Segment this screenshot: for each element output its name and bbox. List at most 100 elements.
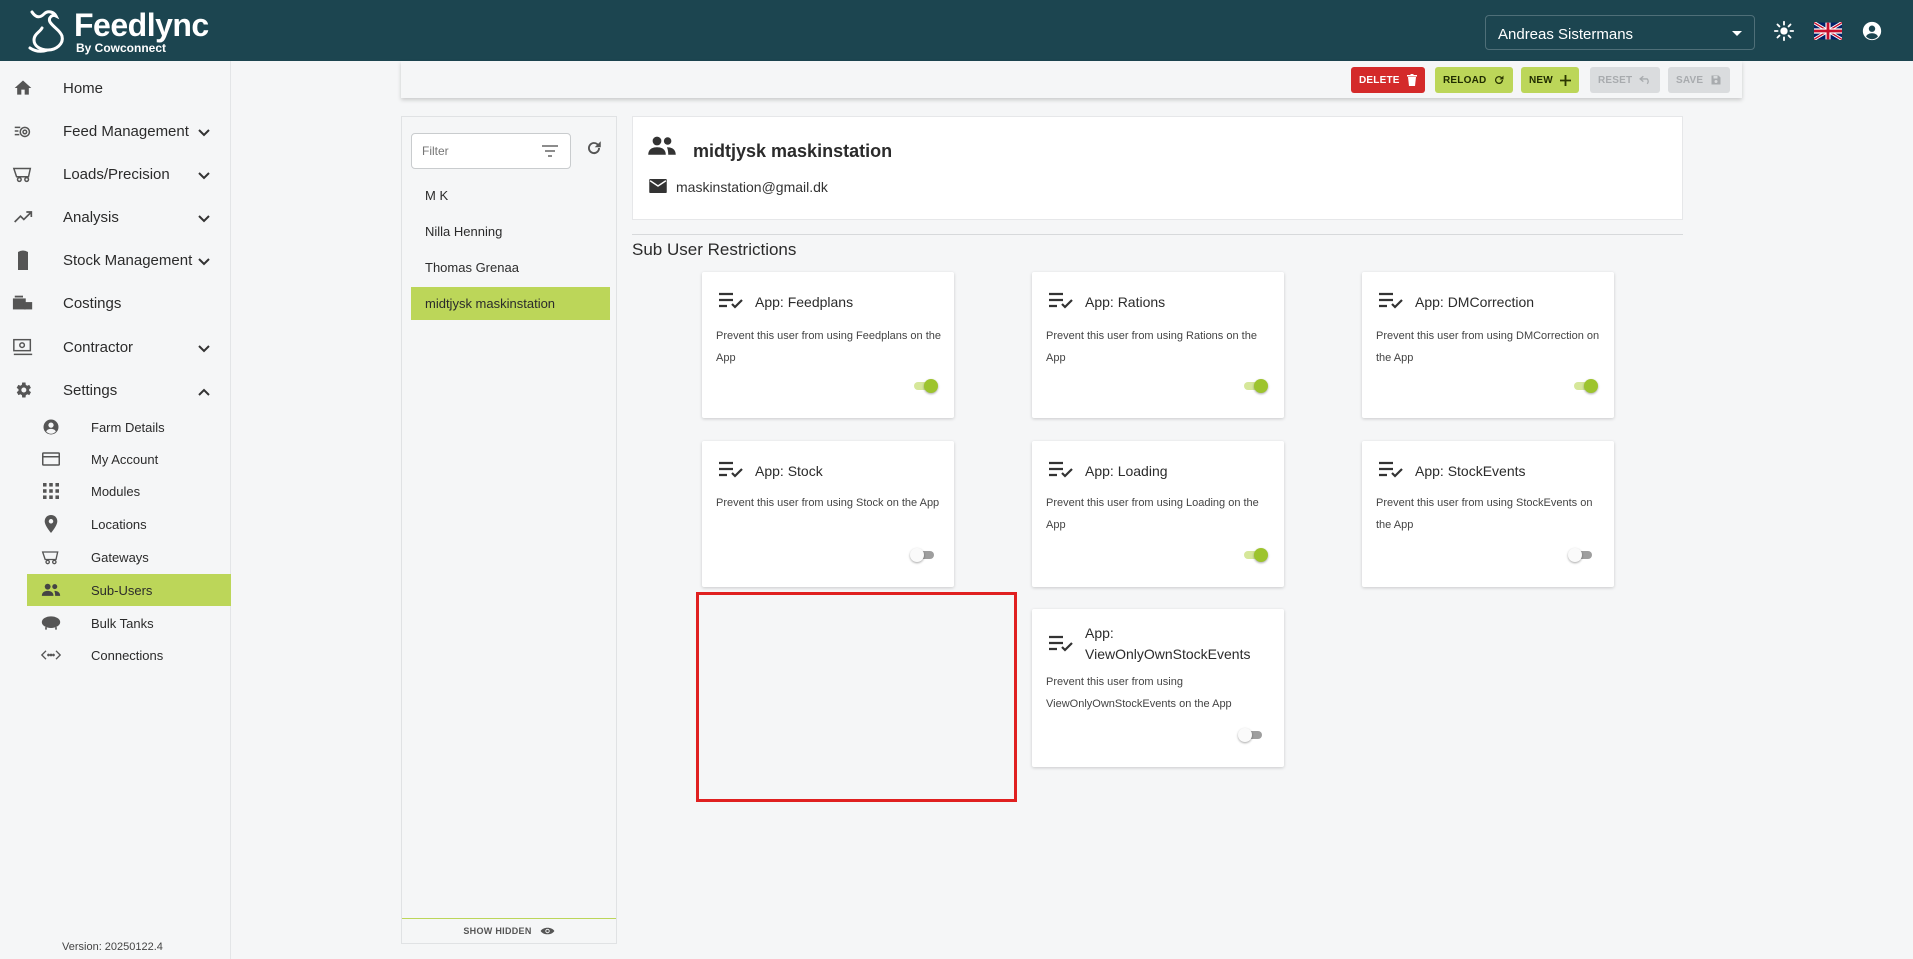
sidebar-item-locations[interactable]: Locations [27,508,231,540]
restriction-toggle[interactable] [1242,547,1268,563]
restriction-card-title: App: Rations [1085,294,1166,310]
selected-user-card: midtjysk maskinstation maskinstation@gma… [632,116,1683,220]
show-hidden-button[interactable]: SHOW HIDDEN [402,918,616,943]
sidebar-item-loads-precision[interactable]: Loads/Precision [0,154,230,194]
sidebar-item-stock-management[interactable]: Stock Management [0,240,230,280]
chevron-up-icon [198,383,210,400]
account-circle-icon [41,417,61,437]
sidebar-item-my-account[interactable]: My Account [27,443,231,475]
contractor-icon [12,336,34,358]
restriction-card-description: Prevent this user from using DMCorrectio… [1376,330,1600,364]
restriction-card-stockevents: App: StockEvents Prevent this user from … [1362,441,1614,587]
restriction-toggle[interactable] [912,378,938,394]
sidebar-item-label: Sub-Users [91,582,153,598]
brightness-icon[interactable] [1771,18,1797,44]
restriction-toggle[interactable] [910,547,936,563]
delete-button[interactable]: DELETE [1351,67,1425,93]
restriction-toggle[interactable] [1568,547,1594,563]
selected-user-email: maskinstation@gmail.dk [676,179,828,195]
user-list-item[interactable]: M K [411,179,610,212]
chevron-down-icon [198,253,210,270]
sidebar-item-label: Contractor [63,338,134,356]
filter-input[interactable] [422,144,532,158]
chevron-down-icon [198,340,210,357]
filter-field[interactable] [411,133,571,169]
reload-button[interactable]: RELOAD [1435,67,1514,93]
reset-button-label: RESET [1598,74,1633,86]
reset-button[interactable]: RESET [1590,67,1661,93]
user-list-item[interactable]: Thomas Grenaa [411,251,610,284]
restriction-card-title: App: Feedplans [755,294,854,310]
restriction-card-description: Prevent this user from using Rations on … [1046,330,1257,364]
sidebar-item-connections[interactable]: Connections [27,639,231,671]
sidebar-item-bulk-tanks[interactable]: Bulk Tanks [27,607,231,639]
sidebar-item-label: My Account [91,451,159,467]
restriction-card-rations: App: Rations Prevent this user from usin… [1032,272,1284,418]
sidebar-item-contractor[interactable]: Contractor [0,327,230,367]
sidebar-item-label: Settings [63,381,118,399]
sidebar-item-label: Locations [91,516,147,532]
restriction-card-title: App: Stock [755,463,823,479]
filter-list-icon[interactable] [542,144,558,162]
restriction-card-title: App: ViewOnlyOwnStockEvents [1085,625,1251,662]
restriction-card-dmcorrection: App: DMCorrection Prevent this user from… [1362,272,1614,418]
uk-flag-icon[interactable] [1813,18,1843,44]
sidebar-item-costings[interactable]: Costings [0,283,230,323]
sidebar-item-sub-users[interactable]: Sub-Users [27,574,231,606]
user-select-dropdown[interactable]: Andreas Sistermans [1485,15,1755,50]
restriction-card-title: App: Loading [1085,463,1168,479]
feedlync-logo[interactable]: Feedlync By Cowconnect [26,8,209,54]
sidebar-item-farm-details[interactable]: Farm Details [27,411,231,443]
restriction-toggle[interactable] [1572,378,1598,394]
wagon-icon [12,163,34,185]
sidebar-item-label: Costings [63,294,122,312]
user-list-item-selected[interactable]: midtjysk maskinstation [411,287,610,320]
sidebar-item-settings[interactable]: Settings [0,370,230,410]
top-bar: Feedlync By Cowconnect Andreas Sisterman… [0,0,1913,61]
restrictions-section-title: Sub User Restrictions [632,240,797,259]
section-divider [632,234,1683,235]
cow-logo-icon [28,10,64,53]
checklist-icon [1048,461,1074,484]
refresh-icon[interactable] [585,139,603,162]
chevron-down-icon [198,167,210,184]
restriction-card-viewonlyownstockevents: App: ViewOnlyOwnStockEvents Prevent this… [1032,609,1284,767]
silo-icon [12,249,34,271]
new-button[interactable]: NEW [1521,67,1579,93]
new-button-label: NEW [1529,74,1553,86]
user-list-item[interactable]: Nilla Henning [411,215,610,248]
grid-icon [41,481,61,501]
restriction-toggle[interactable] [1242,378,1268,394]
sidebar-item-feed-management[interactable]: Feed Management [0,111,230,151]
restriction-toggle[interactable] [1238,727,1264,743]
sidebar-item-label: Stock Management [63,251,193,269]
save-button[interactable]: SAVE [1668,67,1731,93]
action-toolbar: DELETE RELOAD NEW RESET SAVE [401,61,1742,98]
restriction-card-loading: App: Loading Prevent this user from usin… [1032,441,1284,587]
sidebar-item-label: Connections [91,647,164,663]
floppy-disk-icon [1711,75,1721,85]
restriction-card-description: Prevent this user from using ViewOnlyOwn… [1046,676,1232,710]
show-hidden-label: SHOW HIDDEN [463,926,532,936]
sidebar-item-home[interactable]: Home [0,68,230,108]
feed-management-icon [12,120,34,142]
restriction-card-title: App: DMCorrection [1415,294,1535,310]
sidebar-item-gateways[interactable]: Gateways [27,541,231,573]
sidebar-item-label: Home [63,79,104,97]
reload-button-label: RELOAD [1443,74,1487,86]
home-icon [12,77,34,99]
wagon-icon [41,547,61,567]
trend-icon [12,206,34,228]
sidebar-item-label: Farm Details [91,419,165,435]
refresh-icon [1495,75,1504,85]
save-button-label: SAVE [1676,74,1704,86]
restriction-card-stock: App: Stock Prevent this user from using … [702,441,954,587]
sidebar-item-analysis[interactable]: Analysis [0,197,230,237]
sub-user-list-panel: M K Nilla Henning Thomas Grenaa midtjysk… [401,116,617,944]
checklist-icon [1048,635,1074,658]
account-circle-icon[interactable] [1859,18,1885,44]
sidebar: Home Feed Management Loads/Precision Ana… [0,61,231,959]
restriction-card-title: App: StockEvents [1415,463,1526,479]
checklist-icon [1378,461,1404,484]
sidebar-item-modules[interactable]: Modules [27,475,231,507]
